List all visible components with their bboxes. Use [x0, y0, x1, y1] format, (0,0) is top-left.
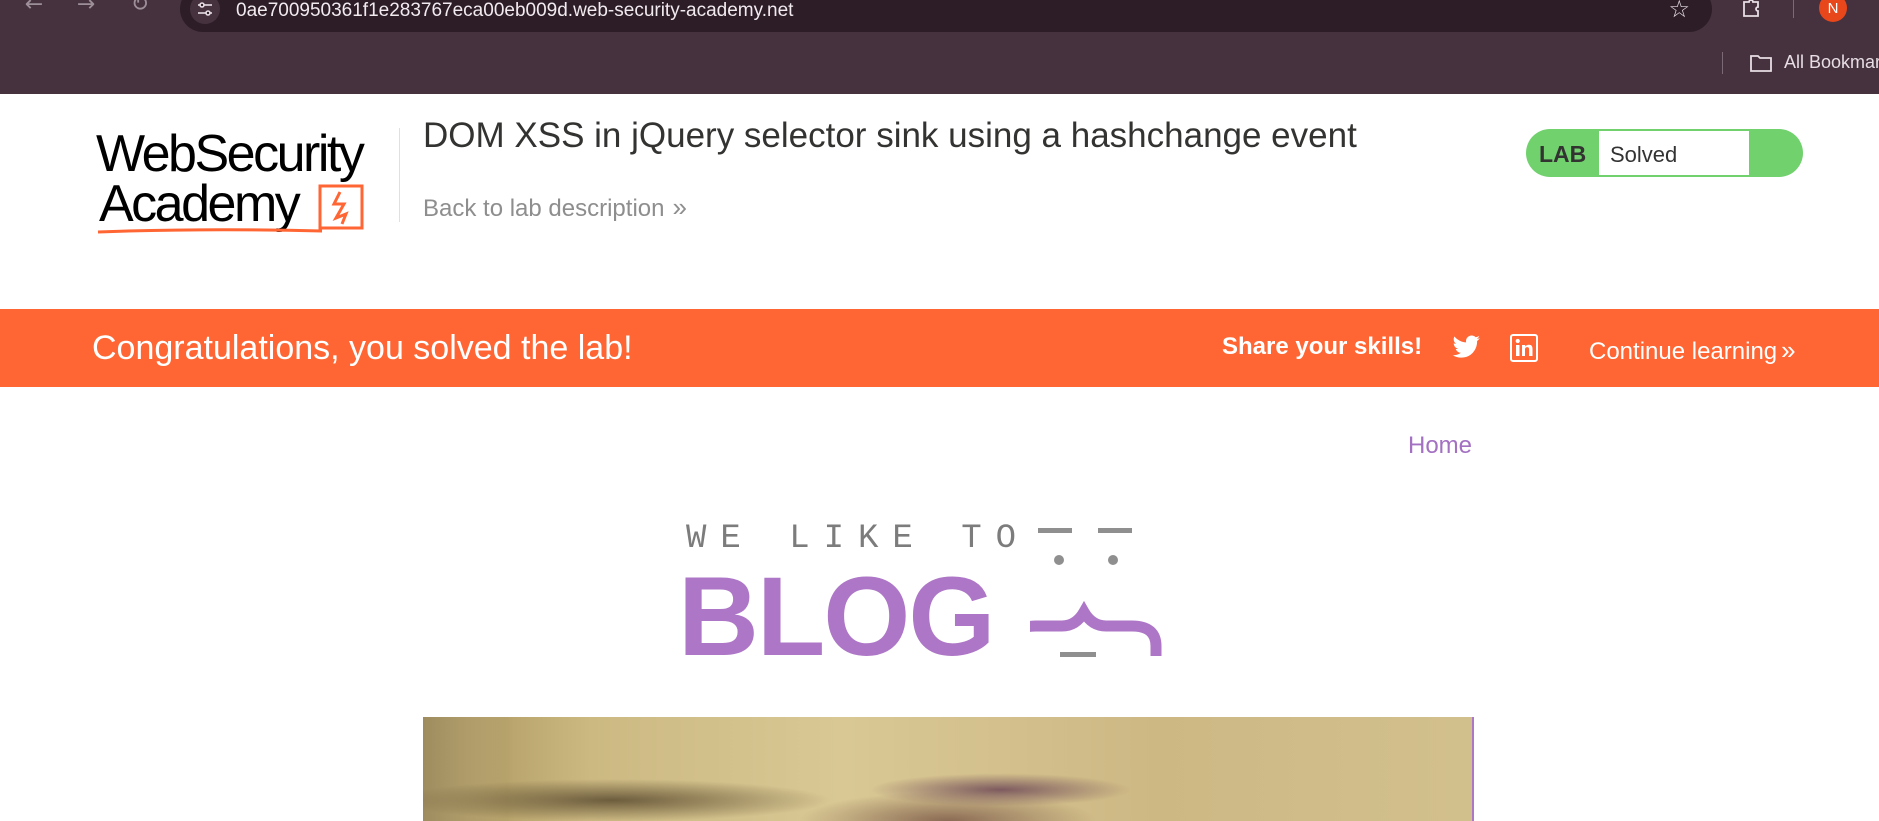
- reload-icon[interactable]: ↻: [126, 0, 154, 22]
- forward-arrow-icon[interactable]: →: [72, 0, 100, 22]
- lab-status-widget: LAB Solved: [1526, 129, 1803, 177]
- bookmarks-divider: [1722, 52, 1723, 74]
- continue-learning-label: Continue learning: [1589, 338, 1778, 365]
- header-divider: [399, 128, 400, 222]
- lab-status-value: Solved: [1610, 142, 1678, 167]
- congratulations-message: Congratulations, you solved the lab!: [92, 329, 633, 367]
- lab-status-value-box: Solved: [1598, 130, 1750, 176]
- blog-header-logo: WE LIKE TO BLOG: [676, 518, 1216, 673]
- lab-status-label: LAB: [1539, 141, 1587, 167]
- logo-underline: [97, 228, 323, 234]
- blog-tagline: WE LIKE TO: [686, 520, 1031, 558]
- double-chevron-right-icon: »: [672, 192, 687, 222]
- blog-face-emblem-icon: [1030, 528, 1162, 657]
- double-chevron-right-icon: »: [1781, 335, 1796, 365]
- back-arrow-icon[interactable]: ←: [20, 0, 48, 22]
- share-skills-label: Share your skills!: [1222, 333, 1423, 360]
- blog-hero-image: [423, 717, 1474, 821]
- extensions-puzzle-icon[interactable]: [1740, 0, 1762, 18]
- web-security-academy-logo[interactable]: WebSecurity Academy: [96, 128, 396, 238]
- profile-avatar[interactable]: N: [1819, 0, 1847, 22]
- logo-text-websecurity: WebSecurity: [96, 125, 365, 183]
- lab-title: DOM XSS in jQuery selector sink using a …: [423, 116, 1357, 155]
- nav-home-link[interactable]: Home: [1408, 432, 1472, 460]
- logo-text-academy: Academy: [99, 175, 301, 233]
- url-text[interactable]: 0ae700950361f1e283767eca00eb009d.web-sec…: [236, 0, 793, 22]
- back-to-lab-description-link[interactable]: Back to lab description »: [423, 192, 687, 223]
- bookmark-star-icon[interactable]: ☆: [1668, 0, 1690, 21]
- blog-word: BLOG: [678, 554, 996, 679]
- browser-chrome: ← → ↻ 0ae700950361f1e283767eca00eb009d.w…: [0, 0, 1879, 94]
- address-bar[interactable]: 0ae700950361f1e283767eca00eb009d.web-sec…: [180, 0, 1712, 32]
- folder-icon: [1750, 55, 1772, 72]
- linkedin-icon[interactable]: [1510, 334, 1538, 362]
- back-link-label: Back to lab description: [423, 195, 665, 222]
- hero-image-shadow: [423, 717, 513, 821]
- all-bookmarks-link[interactable]: All Bookmarks: [1784, 52, 1879, 73]
- site-info-icon[interactable]: [190, 0, 220, 24]
- toolbar-divider: [1793, 0, 1794, 18]
- continue-learning-link[interactable]: Continue learning»: [1589, 335, 1796, 366]
- twitter-icon[interactable]: [1451, 335, 1481, 361]
- lab-solved-banner: Congratulations, you solved the lab! Sha…: [0, 309, 1879, 387]
